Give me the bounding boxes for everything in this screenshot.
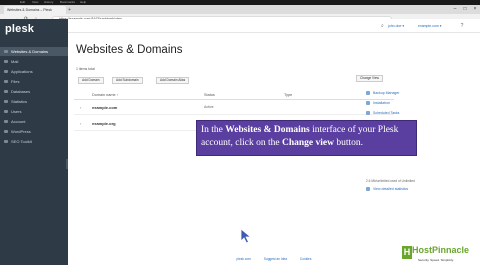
footer-link-plesk[interactable]: plesk.com — [237, 257, 251, 261]
add-domain-alias-button[interactable]: Add Domain Alias — [156, 77, 190, 84]
account-icon — [4, 120, 8, 123]
sidebar-item-mail[interactable]: Mail — [0, 57, 68, 66]
disk-usage-note: 2.6 Mb/unlimited used of Unlimited — [366, 179, 415, 183]
sidebar-item-websites-domains[interactable]: Websites & Domains — [0, 47, 68, 56]
sidebar-item-label: WordPress — [11, 129, 31, 134]
wordpress-icon — [4, 130, 8, 133]
scheduled-tasks-link[interactable]: Scheduled Tasks — [366, 109, 399, 117]
expand-icon[interactable]: › — [80, 105, 81, 110]
database-icon — [4, 90, 8, 93]
sidebar-item-label: Statistics — [11, 99, 28, 104]
sidebar-item-label: Applications — [11, 69, 33, 74]
sidebar-item-applications[interactable]: Applications — [0, 67, 68, 76]
installatron-link[interactable]: Installatron — [366, 99, 390, 107]
hostpinnacle-brand: HostPinnacle — [412, 245, 470, 255]
sidebar-item-wordpress[interactable]: WordPress — [0, 127, 68, 136]
add-domain-button[interactable]: Add Domain — [78, 77, 104, 84]
view-statistics-link[interactable]: View detailed statistics — [366, 185, 408, 193]
plesk-logo: plesk — [5, 23, 35, 35]
minimize-icon[interactable]: – — [450, 5, 460, 14]
globe-icon — [4, 50, 8, 53]
chart-icon — [366, 187, 370, 191]
clock-icon — [366, 111, 370, 115]
new-tab-button[interactable]: + — [68, 7, 74, 13]
domain-link[interactable]: example.com — [92, 105, 117, 110]
table-header: Domain name ↑ Status Type — [74, 91, 394, 100]
domain-link[interactable]: example.org — [92, 121, 116, 126]
sidebar-item-label: Account — [11, 119, 26, 124]
sidebar-item-seo-toolkit[interactable]: SEO Toolkit — [0, 137, 68, 146]
maximize-icon[interactable]: □ — [460, 5, 470, 14]
items-count: 1 items total — [76, 67, 95, 71]
change-view-button[interactable]: Change View — [356, 75, 383, 82]
backup-icon — [366, 91, 370, 95]
hostpinnacle-tagline: Security. Speed. Simplicity. — [418, 258, 454, 262]
sidebar-item-statistics[interactable]: Statistics — [0, 97, 68, 106]
hostpinnacle-watermark: H HostPinnacle Security. Speed. Simplici… — [400, 243, 478, 269]
sidebar-item-label: Databases — [11, 89, 31, 94]
close-window-icon[interactable]: × — [470, 5, 480, 14]
page-title: Websites & Domains — [76, 44, 183, 56]
column-type[interactable]: Type — [284, 91, 292, 100]
backup-manager-link[interactable]: Backup Manager — [366, 89, 399, 97]
table-row[interactable]: › example.com Active — [74, 101, 394, 115]
sidebar-item-users[interactable]: Users — [0, 107, 68, 116]
expand-icon[interactable]: › — [80, 121, 81, 126]
sidebar-item-label: Websites & Domains — [11, 49, 49, 54]
column-status[interactable]: Status — [204, 91, 215, 100]
installer-icon — [366, 101, 370, 105]
stats-icon — [4, 100, 8, 103]
sidebar-item-databases[interactable]: Databases — [0, 87, 68, 96]
hostpinnacle-logo-icon: H — [402, 246, 412, 259]
sidebar-item-label: Files — [11, 79, 20, 84]
column-domain-name[interactable]: Domain name ↑ — [92, 91, 119, 100]
instruction-overlay: In the Websites & Domains interface of y… — [196, 120, 417, 156]
subscription-menu[interactable]: example.com ▾ — [418, 22, 442, 30]
plesk-sidebar: plesk Websites & Domains Mail Applicatio… — [0, 19, 69, 265]
domains-toolbar: Add Domain Add Subdomain Add Domain Alia… — [74, 75, 364, 87]
top-header: ⌕ john.doe ▾ example.com ▾ ? — [68, 19, 480, 33]
footer-link-suggest[interactable]: Suggest an Idea — [264, 257, 287, 261]
add-subdomain-button[interactable]: Add Subdomain — [112, 77, 143, 84]
user-menu[interactable]: john.doe ▾ — [388, 22, 404, 30]
folder-icon — [4, 80, 8, 83]
sidebar-item-account[interactable]: Account — [0, 117, 68, 126]
sidebar-item-label: Mail — [11, 59, 19, 64]
mouse-cursor-icon — [240, 228, 252, 244]
mail-icon — [4, 60, 8, 63]
browser-tab[interactable]: Websites & Domains – Plesk — [4, 6, 66, 14]
sidebar-item-files[interactable]: Files — [0, 77, 68, 86]
tab-strip: Websites & Domains – Plesk + – □ × — [0, 5, 480, 14]
sidebar-item-label: SEO Toolkit — [11, 139, 32, 144]
users-icon — [4, 110, 8, 113]
domain-status: Active — [204, 105, 214, 109]
sidebar-item-label: Users — [11, 109, 22, 114]
seo-icon — [4, 140, 8, 143]
apps-icon — [4, 70, 8, 73]
footer-link-cookies[interactable]: Cookies — [300, 257, 312, 261]
help-icon[interactable]: ? — [458, 22, 466, 30]
